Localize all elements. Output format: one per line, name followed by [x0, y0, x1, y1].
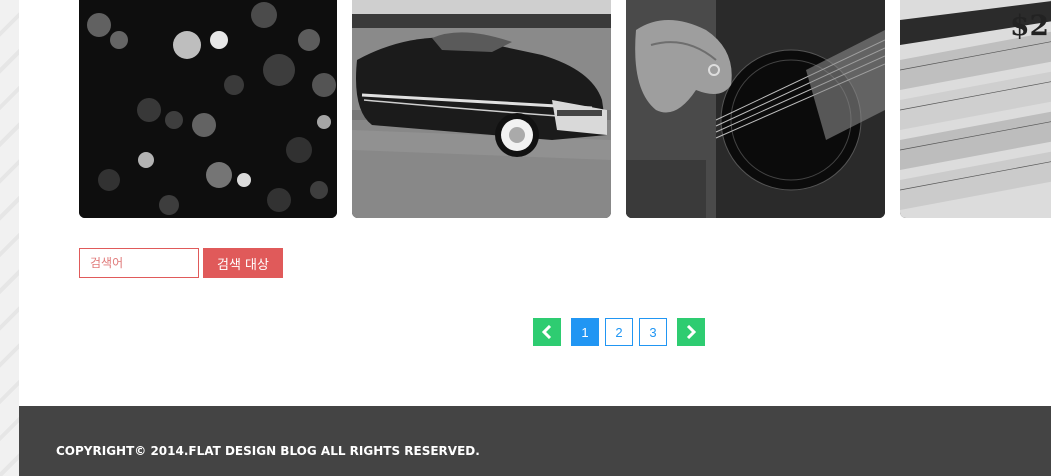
- banknotes-photo: $2: [900, 0, 1051, 218]
- search-input[interactable]: [79, 248, 199, 278]
- gallery-image-banknotes[interactable]: $2: [900, 0, 1051, 218]
- gallery-image-guitar[interactable]: [626, 0, 885, 218]
- pagination-next-button[interactable]: [677, 318, 705, 346]
- classic-car-photo: [352, 0, 611, 218]
- gallery-image-bokeh[interactable]: [79, 0, 337, 218]
- footer: COPYRIGHT© 2014.FLAT DESIGN BLOG ALL RIG…: [19, 406, 1051, 476]
- guitar-photo: [626, 0, 885, 218]
- pagination-prev-button[interactable]: [533, 318, 561, 346]
- gallery-image-car[interactable]: [352, 0, 611, 218]
- pagination-page-3[interactable]: 3: [639, 318, 667, 346]
- bokeh-lights-photo: [79, 0, 337, 218]
- pagination-page-1[interactable]: 1: [571, 318, 599, 346]
- search-button[interactable]: 검색 대상: [203, 248, 283, 278]
- chevron-left-icon: [541, 325, 552, 339]
- copyright-text: COPYRIGHT© 2014.FLAT DESIGN BLOG ALL RIG…: [56, 444, 480, 458]
- chevron-right-icon: [686, 325, 697, 339]
- background-pattern: [0, 0, 19, 476]
- page: $2 검색 대상 1 2 3 COPYRIGHT© 2014.FLAT DESI…: [0, 0, 1051, 476]
- pagination-page-2[interactable]: 2: [605, 318, 633, 346]
- svg-text:$2: $2: [1010, 9, 1049, 42]
- pagination: 1 2 3: [533, 318, 705, 346]
